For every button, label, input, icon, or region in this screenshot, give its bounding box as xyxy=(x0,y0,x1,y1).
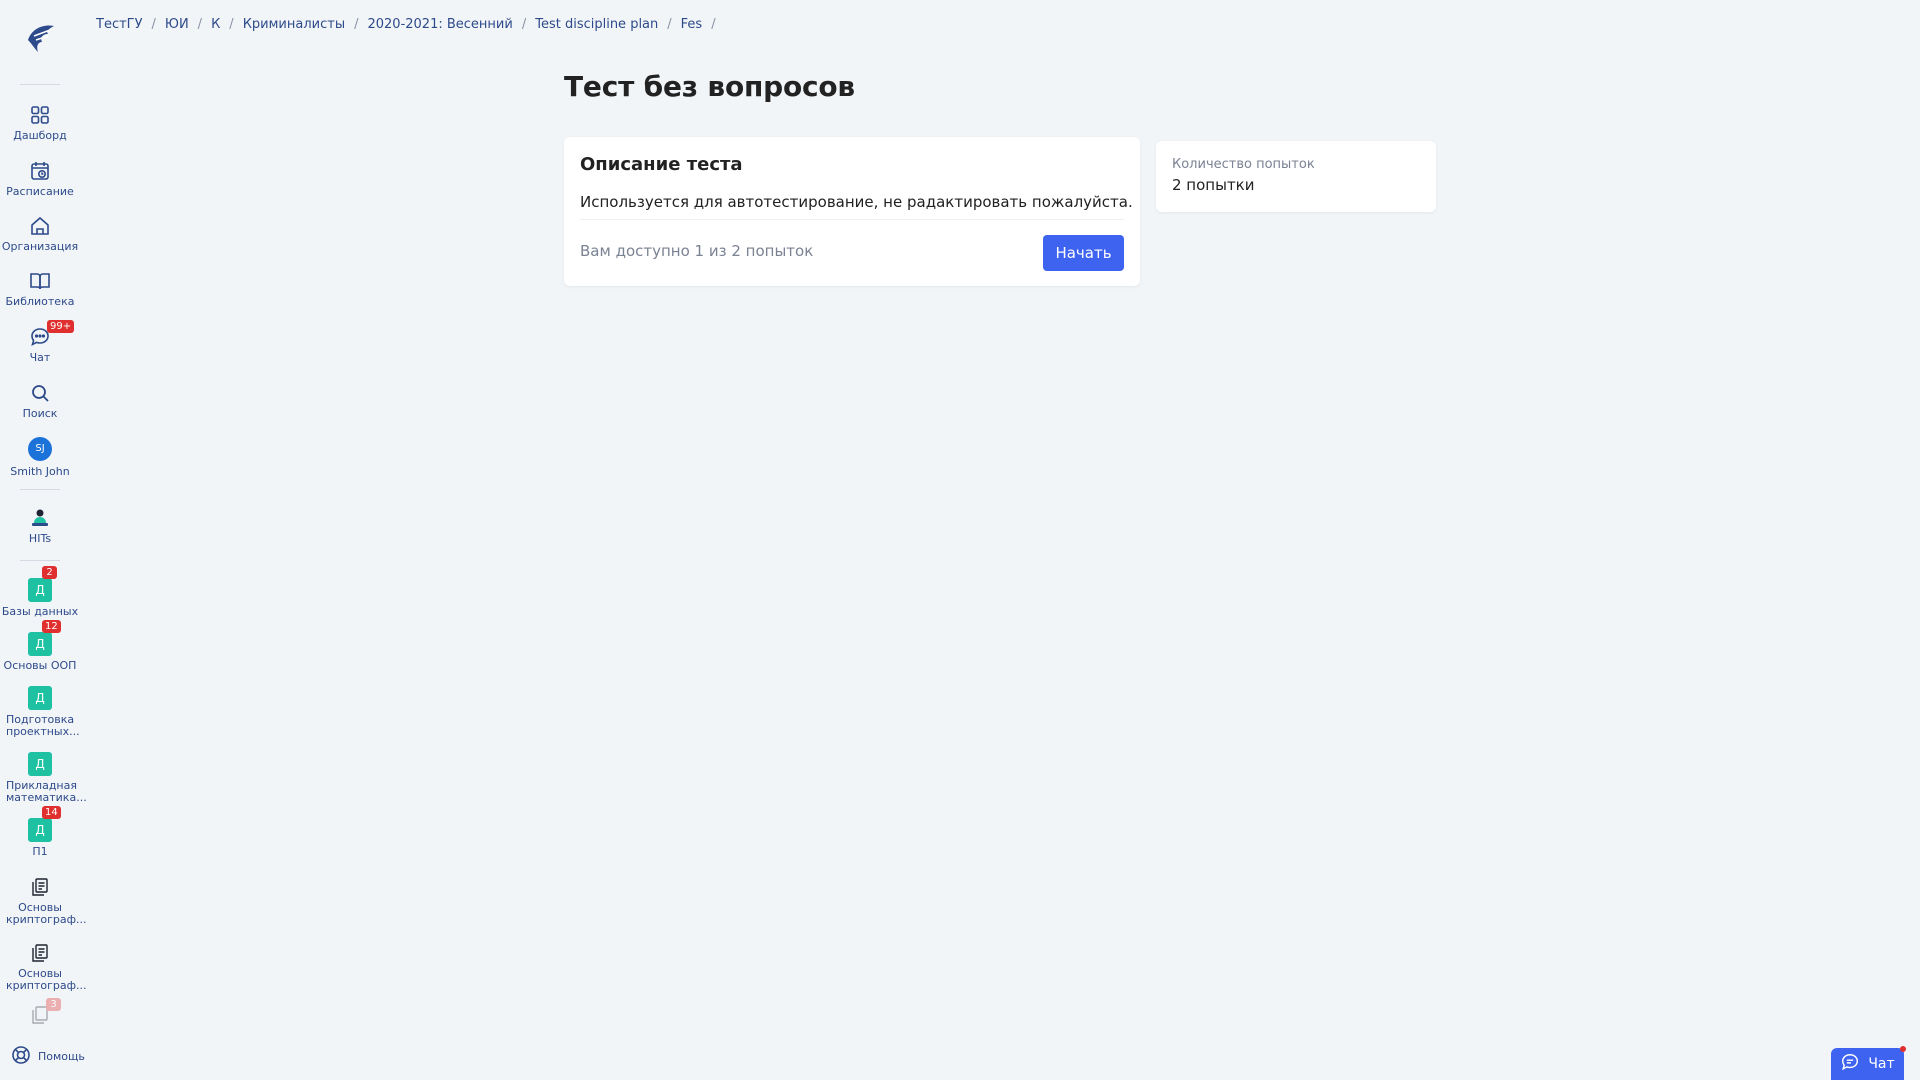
course-badge: 12 xyxy=(42,620,61,633)
chat-bubble-icon xyxy=(1840,1052,1860,1076)
sidebar-course-p1[interactable]: Д 14 П1 xyxy=(0,806,80,858)
sidebar: Дашборд Расписание Организация Библиотек… xyxy=(0,0,87,1080)
sidebar-item-label: Основы ООП xyxy=(3,659,77,672)
course-tile: Д xyxy=(28,752,52,776)
sidebar-item-dashboard[interactable]: Дашборд xyxy=(0,104,80,142)
breadcrumb-item[interactable]: К xyxy=(211,17,220,32)
start-button[interactable]: Начать xyxy=(1043,235,1124,271)
grid-icon xyxy=(29,104,51,126)
breadcrumb: ТестГУ / ЮИ / К / Криминалисты/ 2020-2021: … xyxy=(96,17,716,32)
avatar: SJ xyxy=(28,437,52,461)
card-title: Описание теста xyxy=(580,154,743,175)
attempts-available: Вам доступно 1 из 2 попыток xyxy=(580,242,814,260)
sidebar-divider xyxy=(20,489,60,490)
sidebar-item-label: Поиск xyxy=(22,407,58,420)
sidebar-item-label: П1 xyxy=(32,845,48,858)
chat-widget-label: Чат xyxy=(1868,1056,1895,1072)
sidebar-item-label: Smith John xyxy=(10,465,70,478)
attempts-count-label: Количество попыток xyxy=(1172,157,1315,172)
sidebar-item-hits[interactable]: HITs xyxy=(0,507,80,545)
documents-icon xyxy=(29,942,51,964)
sidebar-item-chat[interactable]: 99+ Чат xyxy=(0,320,80,364)
sidebar-item-label: Основы криптограф... xyxy=(6,901,87,926)
sidebar-item-search[interactable]: Поиск xyxy=(0,382,80,420)
course-tile: Д xyxy=(28,686,52,710)
sidebar-item-label: Основы криптограф... xyxy=(6,967,87,992)
help-label: Помощь xyxy=(38,1050,85,1063)
breadcrumb-item[interactable]: ЮИ xyxy=(165,17,189,32)
course-tile: Д 2 xyxy=(28,566,57,602)
home-icon xyxy=(29,215,51,237)
sidebar-item-organization[interactable]: Организация xyxy=(0,215,80,253)
course-badge: 2 xyxy=(42,566,57,579)
card-divider xyxy=(580,219,1124,220)
sidebar-item-library[interactable]: Библиотека xyxy=(0,270,80,308)
breadcrumb-item[interactable]: Криминалисты xyxy=(243,17,345,32)
sidebar-item-label: Чат xyxy=(29,351,51,364)
test-description-card: Описание теста Используется для автотест… xyxy=(564,137,1140,286)
course-tile: Д 14 xyxy=(28,806,61,842)
sidebar-course-oop[interactable]: Д 12 Основы ООП xyxy=(0,620,80,672)
calendar-icon xyxy=(29,160,51,182)
breadcrumb-item[interactable]: 2020-2021: Весенний xyxy=(367,17,512,32)
attempts-info-card: Количество попыток 2 попытки xyxy=(1156,141,1436,212)
sidebar-course-crypto-2[interactable]: Основы криптограф... xyxy=(0,942,87,992)
search-icon xyxy=(29,382,51,404)
chat-icon: 99+ xyxy=(29,320,75,348)
sidebar-item-label: Библиотека xyxy=(5,295,75,308)
attempts-count-value: 2 попытки xyxy=(1172,176,1255,194)
sidebar-divider xyxy=(20,560,60,561)
sidebar-item-label: Подготовка проектных... xyxy=(6,713,80,738)
sidebar-item-label: Дашборд xyxy=(13,129,67,142)
documents-icon: 3 xyxy=(29,998,61,1026)
sidebar-item-label: HITs xyxy=(28,532,52,545)
sidebar-divider xyxy=(20,84,60,85)
university-logo-icon[interactable] xyxy=(22,20,58,56)
sidebar-item-label: Базы данных xyxy=(1,605,79,618)
sidebar-item-label: Расписание xyxy=(6,185,74,198)
sidebar-course-faded[interactable]: 3 xyxy=(0,998,80,1030)
sidebar-item-profile[interactable]: SJ Smith John xyxy=(0,437,80,478)
lifebuoy-icon xyxy=(10,1044,32,1069)
chat-widget-button[interactable]: Чат xyxy=(1831,1046,1906,1080)
page-title: Тест без вопросов xyxy=(564,70,855,103)
test-description: Используется для автотестирование, не ра… xyxy=(580,193,1133,211)
course-tile: Д 12 xyxy=(28,620,61,656)
help-link[interactable]: Помощь xyxy=(10,1044,85,1069)
sidebar-course-databases[interactable]: Д 2 Базы данных xyxy=(0,566,80,618)
documents-icon xyxy=(29,876,51,898)
sidebar-course-applied-math[interactable]: Д Прикладная математика... xyxy=(0,752,87,804)
sidebar-item-label: Прикладная математика... xyxy=(6,779,87,804)
sidebar-course-project-prep[interactable]: Д Подготовка проектных... xyxy=(0,686,80,738)
course-badge: 14 xyxy=(42,806,61,819)
sidebar-course-crypto-1[interactable]: Основы криптограф... xyxy=(0,876,87,926)
breadcrumb-item[interactable]: Test discipline plan xyxy=(535,17,658,32)
person-at-desk-icon xyxy=(29,507,51,529)
notification-dot xyxy=(1900,1046,1906,1052)
course-badge: 3 xyxy=(46,998,61,1011)
breadcrumb-item[interactable]: Fes xyxy=(681,17,703,32)
chat-badge: 99+ xyxy=(47,320,75,333)
book-icon xyxy=(29,270,51,292)
sidebar-item-schedule[interactable]: Расписание xyxy=(0,160,80,198)
breadcrumb-item[interactable]: ТестГУ xyxy=(96,17,143,32)
sidebar-item-label: Организация xyxy=(1,240,79,253)
